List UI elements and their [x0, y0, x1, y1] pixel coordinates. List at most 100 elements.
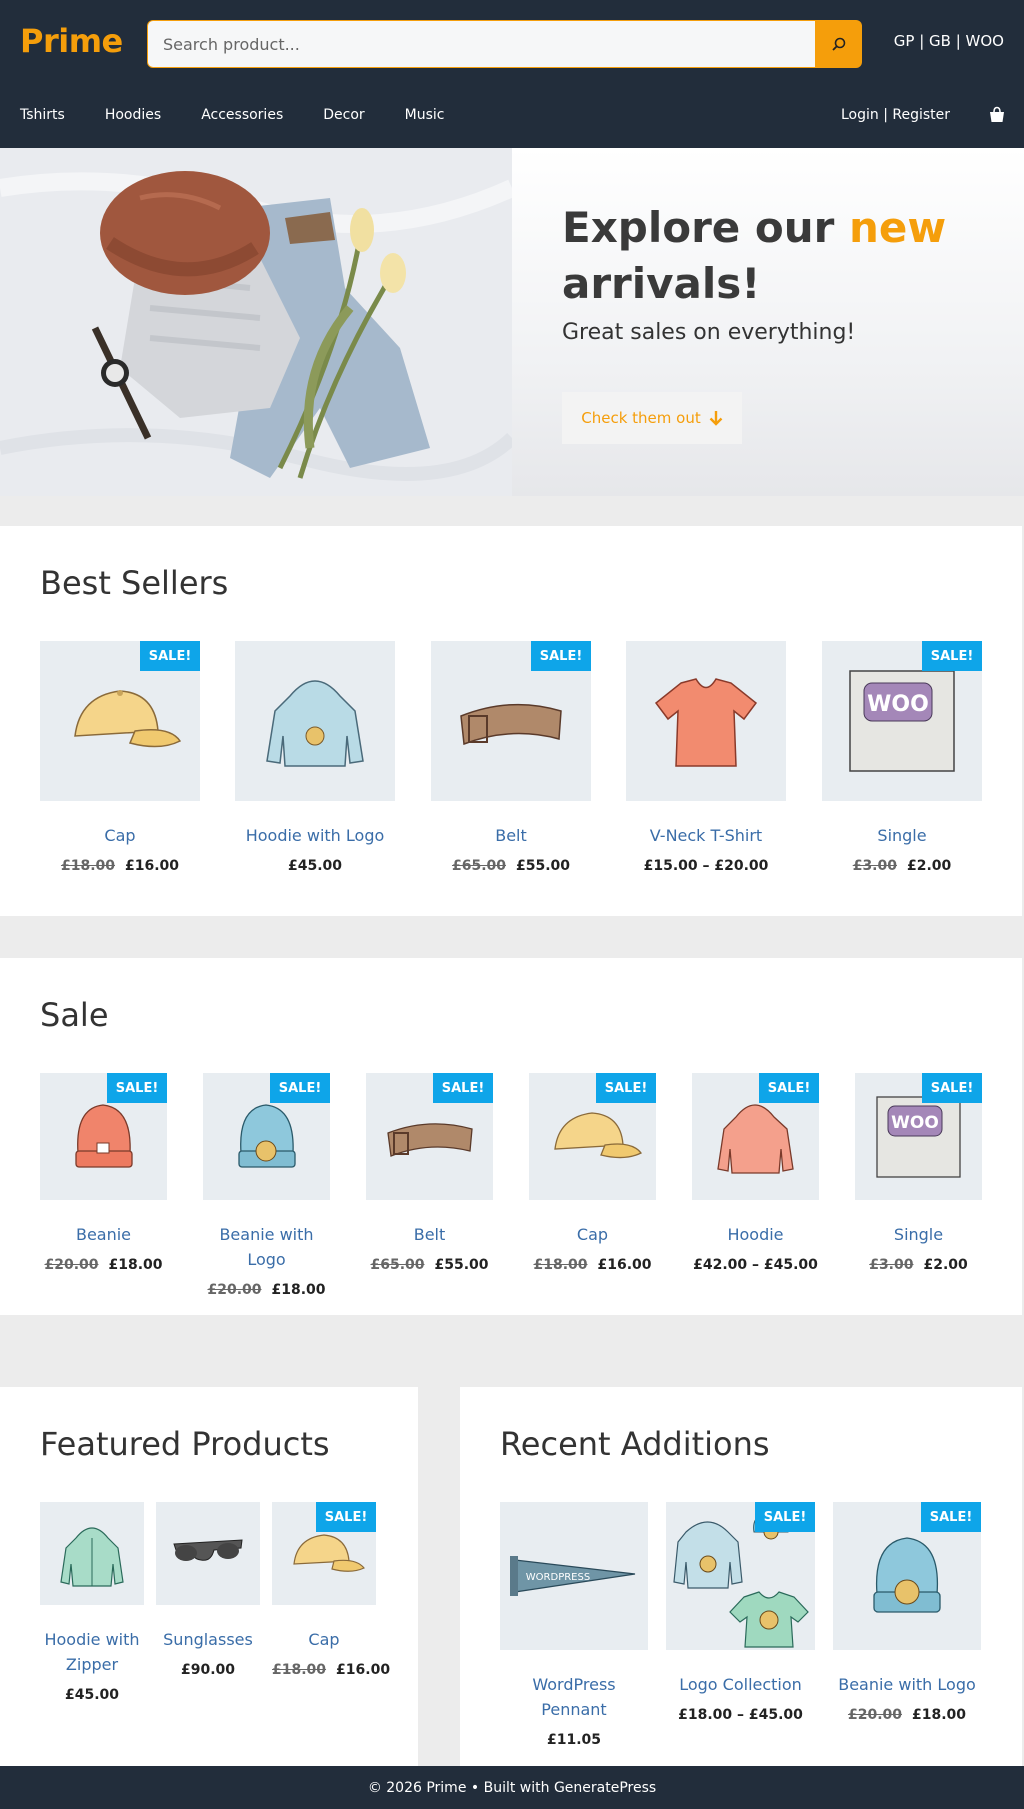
sale-badge: SALE! — [922, 1073, 982, 1103]
product-image[interactable]: SALE! — [666, 1502, 815, 1650]
product-card[interactable]: SALE! Beanie £20.00 £18.00 — [40, 1073, 167, 1273]
current-price: £18.00 — [912, 1707, 967, 1723]
search-icon — [831, 37, 845, 51]
product-name[interactable]: Beanie — [40, 1222, 167, 1247]
product-price: £18.00 £16.00 — [529, 1257, 656, 1273]
old-price: £18.00 — [60, 858, 115, 874]
product-image[interactable] — [235, 641, 395, 801]
nav-item-hoodies[interactable]: Hoodies — [105, 107, 161, 123]
product-name[interactable]: Beanie with Logo — [203, 1222, 330, 1272]
current-price: £18.00 — [108, 1257, 163, 1273]
featured-products-section: Featured Products Hoodie with Zipper £45… — [0, 1387, 418, 1766]
product-name[interactable]: WordPress Pennant — [500, 1672, 648, 1722]
sale-section: Sale SALE! Beanie £20.00 £18.00 SALE! Bea… — [0, 958, 1022, 1315]
current-price: £16.00 — [125, 858, 180, 874]
product-price: £20.00 £18.00 — [40, 1257, 167, 1273]
nav-item-tshirts[interactable]: Tshirts — [20, 107, 65, 123]
site-footer: © 2026 Prime • Built with GeneratePress — [0, 1766, 1024, 1809]
product-name[interactable]: Cap — [529, 1222, 656, 1247]
section-title: Recent Additions — [500, 1425, 770, 1463]
product-image[interactable]: SALE! — [692, 1073, 819, 1200]
sale-badge: SALE! — [531, 641, 591, 671]
nav-item-accessories[interactable]: Accessories — [201, 107, 283, 123]
svg-text:WOO: WOO — [867, 692, 929, 717]
product-card[interactable]: V-Neck T-Shirt £15.00 – £20.00 — [626, 641, 786, 874]
product-card[interactable]: SALE! Cap £18.00 £16.00 — [40, 641, 200, 874]
current-price: £55.00 — [434, 1257, 489, 1273]
product-card[interactable]: SALE! Belt £65.00 £55.00 — [431, 641, 591, 874]
product-name[interactable]: Single — [822, 823, 982, 848]
site-header: Prime GP | GB | WOO Tshirts Hoodies Acce… — [0, 0, 1024, 148]
product-card[interactable]: Sunglasses £90.00 — [156, 1502, 260, 1678]
product-name[interactable]: Sunglasses — [156, 1627, 260, 1652]
product-card[interactable]: SALE! Hoodie £42.00 – £45.00 — [692, 1073, 819, 1273]
hero-banner: Explore our new arrivals! Great sales on … — [0, 148, 1024, 496]
hoodie-with-zipper-image — [60, 1527, 124, 1587]
old-price: £3.00 — [869, 1257, 914, 1273]
product-image[interactable] — [156, 1502, 260, 1605]
product-image[interactable] — [40, 1502, 144, 1605]
product-image[interactable]: WORDPRESS — [500, 1502, 648, 1650]
product-card[interactable]: SALE! Cap £18.00 £16.00 — [272, 1502, 390, 1678]
search-input[interactable] — [148, 21, 815, 67]
product-price: £18.00 £16.00 — [272, 1662, 390, 1678]
product-price: £65.00 £55.00 — [431, 858, 591, 874]
current-price: £2.00 — [907, 858, 952, 874]
cart-icon[interactable] — [989, 106, 1005, 124]
site-logo[interactable]: Prime — [20, 22, 123, 60]
hoodie-image — [266, 680, 364, 767]
sale-badge: SALE! — [433, 1073, 493, 1103]
product-card[interactable]: SALE! Belt £65.00 £55.00 — [366, 1073, 493, 1273]
check-them-out-button[interactable]: Check them out — [562, 392, 742, 444]
product-name[interactable]: Logo Collection — [666, 1672, 815, 1697]
nav-item-music[interactable]: Music — [405, 107, 445, 123]
pennant-image: WORDPRESS — [510, 1556, 636, 1596]
section-title: Best Sellers — [40, 564, 229, 602]
product-name[interactable]: Hoodie with Zipper — [40, 1627, 144, 1677]
nav-item-decor[interactable]: Decor — [323, 107, 364, 123]
sale-badge: SALE! — [921, 1502, 981, 1532]
product-name[interactable]: Hoodie with Logo — [235, 823, 395, 848]
hero-title-part2: arrivals! — [562, 259, 761, 308]
current-price: £16.00 — [597, 1257, 652, 1273]
product-card[interactable]: WORDPRESS WordPress Pennant £11.05 — [500, 1502, 648, 1748]
current-price: £18.00 — [271, 1282, 326, 1298]
product-card[interactable]: SALE! Beanie with Logo £20.00 £18.00 — [203, 1073, 330, 1298]
product-name[interactable]: Belt — [366, 1222, 493, 1247]
product-image[interactable]: SALE! — [366, 1073, 493, 1200]
product-image[interactable]: SALE! — [272, 1502, 376, 1605]
current-price: £55.00 — [516, 858, 571, 874]
footer-text: © 2026 Prime • Built with GeneratePress — [367, 1779, 657, 1796]
sale-badge: SALE! — [759, 1073, 819, 1103]
product-image[interactable]: SALE! — [529, 1073, 656, 1200]
current-price: £11.05 — [546, 1732, 602, 1748]
top-links[interactable]: GP | GB | WOO — [894, 32, 1004, 50]
product-name[interactable]: Single — [855, 1222, 982, 1247]
product-image[interactable]: WOO SALE! — [855, 1073, 982, 1200]
product-image[interactable] — [626, 641, 786, 801]
product-image[interactable]: SALE! — [40, 641, 200, 801]
product-card[interactable]: WOO SALE! Single £3.00 £2.00 — [822, 641, 982, 874]
product-card[interactable]: Hoodie with Logo £45.00 — [235, 641, 395, 874]
product-card[interactable]: SALE! Logo Collection £18.00 – £45.00 — [666, 1502, 815, 1723]
product-name[interactable]: V-Neck T-Shirt — [626, 823, 786, 848]
product-image[interactable]: SALE! — [40, 1073, 167, 1200]
product-name[interactable]: Belt — [431, 823, 591, 848]
current-price: £45.00 — [64, 1687, 120, 1703]
product-name[interactable]: Beanie with Logo — [833, 1672, 981, 1697]
product-card[interactable]: SALE! Cap £18.00 £16.00 — [529, 1073, 656, 1273]
search-button[interactable] — [815, 20, 862, 68]
product-card[interactable]: SALE! Beanie with Logo £20.00 £18.00 — [833, 1502, 981, 1723]
product-name[interactable]: Cap — [40, 823, 200, 848]
product-card[interactable]: WOO SALE! Single £3.00 £2.00 — [855, 1073, 982, 1273]
current-price: £2.00 — [923, 1257, 968, 1273]
product-image[interactable]: SALE! — [833, 1502, 981, 1650]
product-image[interactable]: WOO SALE! — [822, 641, 982, 801]
login-register-link[interactable]: Login | Register — [841, 107, 950, 123]
product-name[interactable]: Cap — [272, 1627, 376, 1652]
product-name[interactable]: Hoodie — [692, 1222, 819, 1247]
product-card[interactable]: Hoodie with Zipper £45.00 — [40, 1502, 144, 1703]
product-image[interactable]: SALE! — [431, 641, 591, 801]
product-image[interactable]: SALE! — [203, 1073, 330, 1200]
product-price: £20.00 £18.00 — [203, 1282, 330, 1298]
